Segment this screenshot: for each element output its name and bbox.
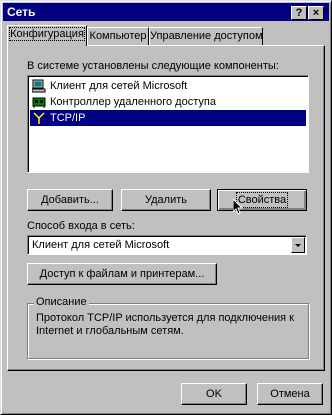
description-text: Протокол TCP/IP используется для подключ…	[36, 312, 294, 337]
cancel-button[interactable]: Отмена	[257, 383, 323, 405]
list-item[interactable]: Клиент для сетей Microsoft	[30, 78, 306, 94]
cancel-button-label: Отмена	[270, 388, 310, 400]
properties-button[interactable]: Свойства	[217, 189, 307, 211]
tab-access-control[interactable]: Управление доступом	[149, 27, 263, 46]
tab-access-control-label: Управление доступом	[150, 30, 263, 42]
list-item-selected[interactable]: TCP/IP	[30, 110, 306, 126]
tab-configuration[interactable]: Конфигурация	[7, 25, 87, 46]
components-label: В системе установлены следующие компонен…	[27, 60, 279, 72]
components-list[interactable]: Клиент для сетей Microsoft Контроллер уд…	[27, 75, 309, 173]
list-item[interactable]: Контроллер удаленного доступа	[30, 94, 306, 110]
properties-button-label: Свойства	[235, 192, 289, 208]
file-printer-sharing-button-label: Доступ к файлам и принтерам...	[39, 268, 205, 280]
ok-button-label: OK	[206, 388, 222, 400]
description-legend: Описание	[34, 296, 89, 308]
title-bar[interactable]: Сеть ? ×	[3, 3, 329, 21]
window-title: Сеть	[7, 5, 36, 19]
tab-computer-label: Компьютер	[89, 30, 147, 42]
logon-select[interactable]: Клиент для сетей Microsoft	[27, 235, 307, 255]
logon-select-value: Клиент для сетей Microsoft	[32, 239, 170, 251]
network-client-icon	[32, 79, 46, 93]
network-dialog: Сеть ? × Конфигурация Компьютер Управлен…	[0, 0, 332, 415]
logon-label: Способ входа в сеть:	[27, 220, 135, 232]
remove-button-label: Удалить	[145, 194, 187, 206]
file-printer-sharing-button[interactable]: Доступ к файлам и принтерам...	[27, 263, 217, 285]
network-adapter-icon	[32, 97, 46, 108]
tab-computer[interactable]: Компьютер	[87, 27, 149, 46]
help-button[interactable]: ?	[291, 6, 307, 20]
add-button-label: Добавить...	[41, 194, 99, 206]
mouse-pointer-icon	[233, 199, 244, 215]
tab-configuration-label: Конфигурация	[9, 27, 85, 41]
list-item-label: TCP/IP	[50, 112, 86, 124]
ok-button[interactable]: OK	[181, 383, 247, 405]
list-item-label: Контроллер удаленного доступа	[50, 96, 216, 108]
chevron-down-icon[interactable]	[291, 237, 305, 253]
list-item-label: Клиент для сетей Microsoft	[50, 80, 188, 92]
protocol-icon	[33, 112, 45, 124]
close-button[interactable]: ×	[308, 6, 324, 20]
add-button[interactable]: Добавить...	[27, 189, 113, 211]
remove-button[interactable]: Удалить	[121, 189, 211, 211]
description-group: Описание Протокол TCP/IP используется дл…	[27, 296, 309, 359]
